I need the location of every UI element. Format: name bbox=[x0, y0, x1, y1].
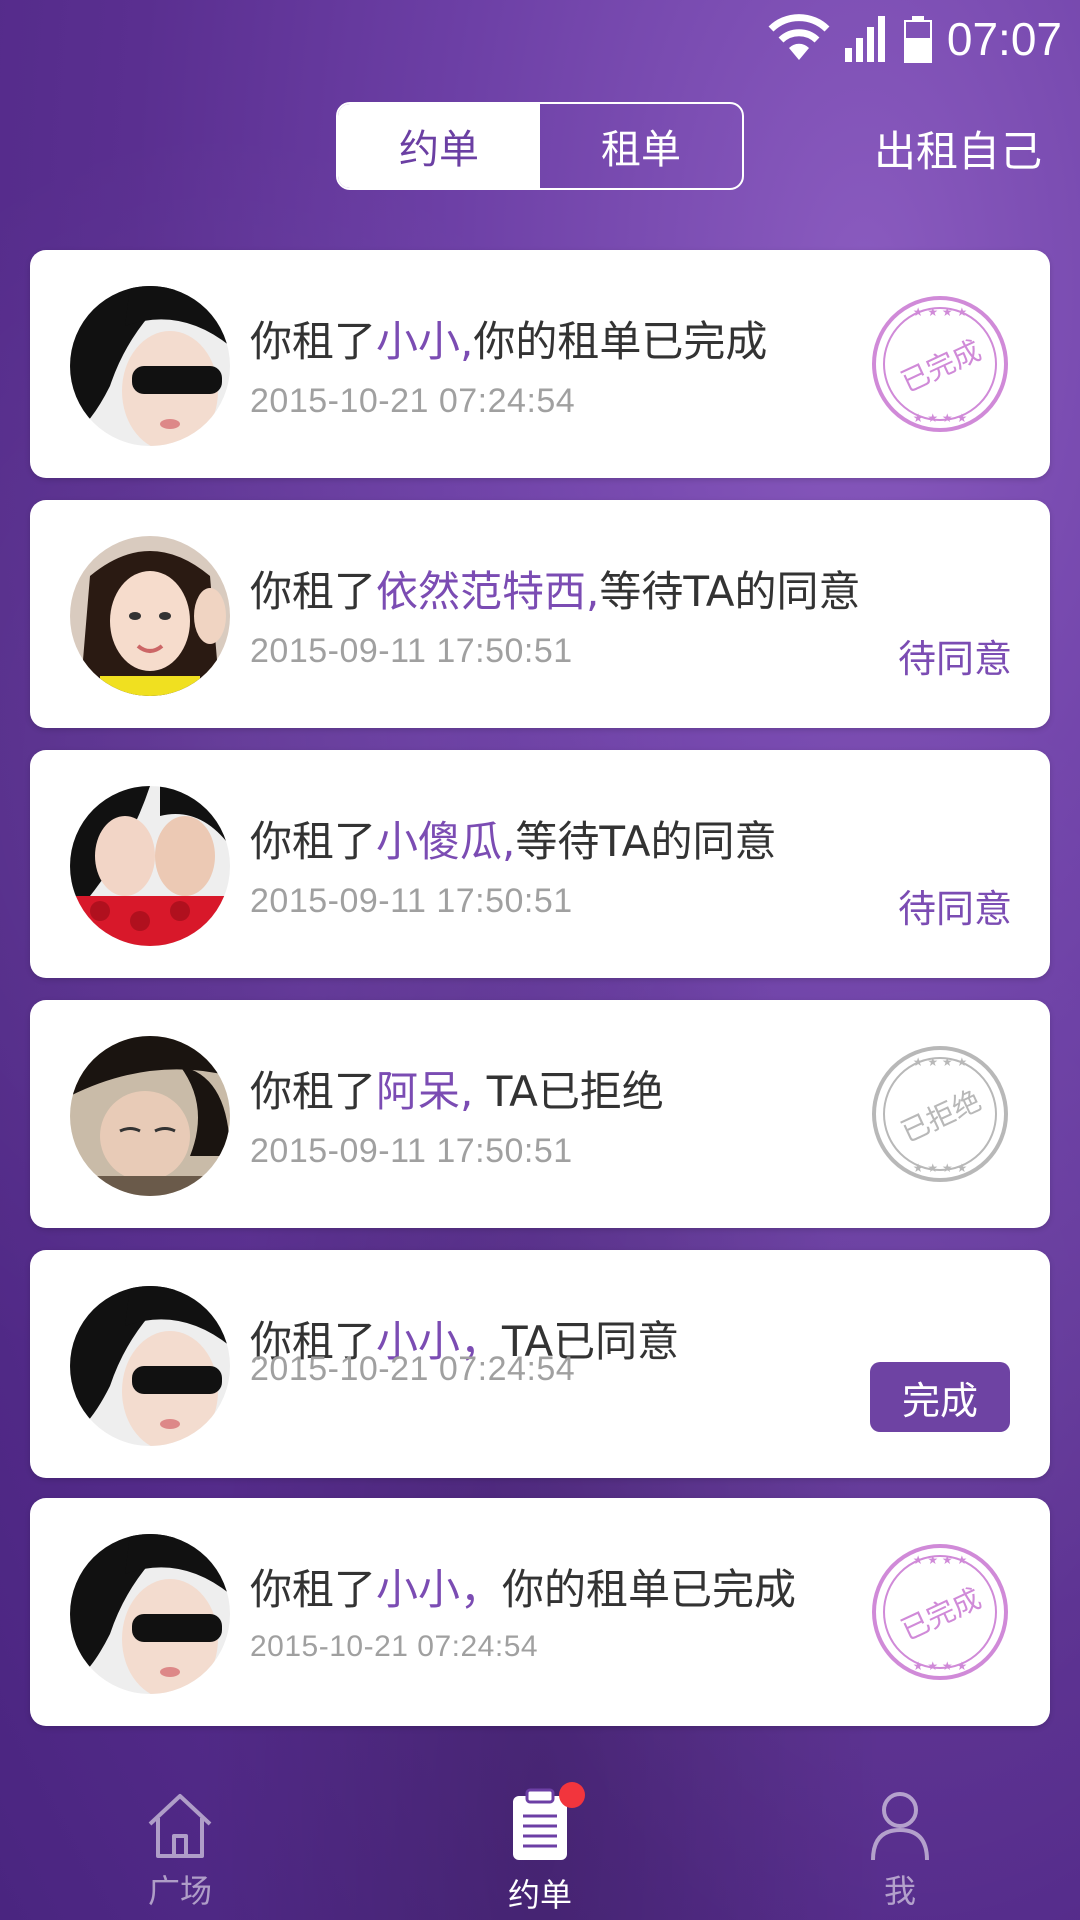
tab-yuedan[interactable]: 约单 bbox=[338, 104, 540, 188]
tab-square[interactable]: 广场 bbox=[80, 1788, 280, 1912]
order-card[interactable]: 你租了小小,你的租单已完成 2015-10-21 07:24:54 ★ ★ ★ … bbox=[30, 250, 1050, 478]
avatar bbox=[70, 786, 230, 946]
battery-icon bbox=[903, 16, 932, 63]
order-type-segment: 约单 租单 bbox=[336, 102, 744, 190]
order-message: 你租了阿呆, TA已拒绝 bbox=[250, 1067, 664, 1116]
home-icon bbox=[148, 1794, 212, 1858]
renter-name[interactable]: 阿呆, bbox=[376, 1067, 473, 1116]
notification-badge bbox=[559, 1782, 585, 1808]
status-pending: 待同意 bbox=[897, 887, 1012, 931]
complete-button[interactable]: 完成 bbox=[870, 1362, 1010, 1432]
order-time: 2015-10-21 07:24:54 bbox=[250, 1630, 539, 1663]
completed-stamp-icon: ★ ★ ★ ★ ★ ★ ★ ★ 已完成 bbox=[872, 296, 1008, 432]
completed-stamp-icon: ★ ★ ★ ★ ★ ★ ★ ★ 已完成 bbox=[872, 1544, 1008, 1680]
renter-name[interactable]: 依然范特西, bbox=[376, 567, 599, 616]
order-time: 2015-10-21 07:24:54 bbox=[250, 1350, 576, 1388]
svg-text:★ ★ ★ ★: ★ ★ ★ ★ bbox=[913, 1659, 967, 1673]
stamp-text: 已拒绝 bbox=[896, 1084, 986, 1149]
avatar bbox=[70, 286, 230, 446]
person-icon bbox=[871, 1792, 929, 1861]
order-card[interactable]: 你租了小小，TA已同意 2015-10-21 07:24:54 完成 bbox=[30, 1250, 1050, 1478]
tab-label: 约单 bbox=[507, 1876, 572, 1914]
svg-text:★ ★ ★ ★: ★ ★ ★ ★ bbox=[913, 305, 967, 319]
order-card[interactable]: 你租了小傻瓜,等待TA的同意 2015-09-11 17:50:51 待同意 bbox=[30, 750, 1050, 978]
clock: 07:07 bbox=[946, 13, 1062, 65]
status-pending: 待同意 bbox=[897, 637, 1012, 681]
status-bar: 07:07 bbox=[0, 0, 1080, 78]
renter-name[interactable]: 小傻瓜, bbox=[376, 817, 515, 866]
order-message: 你租了小傻瓜,等待TA的同意 bbox=[250, 817, 777, 866]
order-time: 2015-09-11 17:50:51 bbox=[250, 1132, 573, 1170]
avatar bbox=[70, 1286, 230, 1446]
order-message: 你租了小小，你的租单已完成 bbox=[250, 1565, 797, 1614]
order-card[interactable]: 你租了依然范特西,等待TA的同意 2015-09-11 17:50:51 待同意 bbox=[30, 500, 1050, 728]
svg-text:★ ★ ★ ★: ★ ★ ★ ★ bbox=[913, 1161, 967, 1175]
tab-zudan[interactable]: 租单 bbox=[540, 104, 742, 188]
rent-self-button[interactable]: 出租自己 bbox=[874, 118, 1042, 179]
svg-text:★ ★ ★ ★: ★ ★ ★ ★ bbox=[913, 1553, 967, 1567]
tab-label: 我 bbox=[883, 1872, 916, 1910]
avatar bbox=[70, 536, 230, 696]
tab-label: 广场 bbox=[147, 1872, 212, 1910]
renter-name[interactable]: 小小, bbox=[376, 317, 473, 366]
order-card[interactable]: 你租了小小，你的租单已完成 2015-10-21 07:24:54 ★ ★ ★ … bbox=[30, 1498, 1050, 1726]
order-time: 2015-10-21 07:24:54 bbox=[250, 382, 576, 420]
order-card[interactable]: 你租了阿呆, TA已拒绝 2015-09-11 17:50:51 ★ ★ ★ ★… bbox=[30, 1000, 1050, 1228]
order-message: 你租了依然范特西,等待TA的同意 bbox=[250, 567, 861, 616]
stamp-text: 已完成 bbox=[896, 334, 986, 399]
renter-name[interactable]: 小小， bbox=[376, 1565, 502, 1614]
wifi-icon bbox=[768, 14, 830, 60]
signal-icon bbox=[844, 16, 885, 62]
tab-orders[interactable]: 约单 bbox=[440, 1782, 640, 1916]
svg-text:★ ★ ★ ★: ★ ★ ★ ★ bbox=[913, 411, 967, 425]
svg-text:★ ★ ★ ★: ★ ★ ★ ★ bbox=[913, 1055, 967, 1069]
rejected-stamp-icon: ★ ★ ★ ★ ★ ★ ★ ★ 已拒绝 bbox=[872, 1046, 1008, 1182]
avatar bbox=[70, 1534, 230, 1694]
order-time: 2015-09-11 17:50:51 bbox=[250, 882, 573, 920]
stamp-text: 已完成 bbox=[896, 1582, 986, 1647]
bottom-tab-bar: 广场 约单 我 bbox=[0, 1770, 1080, 1920]
order-message: 你租了小小,你的租单已完成 bbox=[250, 317, 768, 366]
order-time: 2015-09-11 17:50:51 bbox=[250, 632, 573, 670]
status-icons: 07:07 bbox=[767, 8, 1062, 70]
avatar bbox=[70, 1036, 230, 1196]
tab-me[interactable]: 我 bbox=[800, 1788, 1000, 1912]
